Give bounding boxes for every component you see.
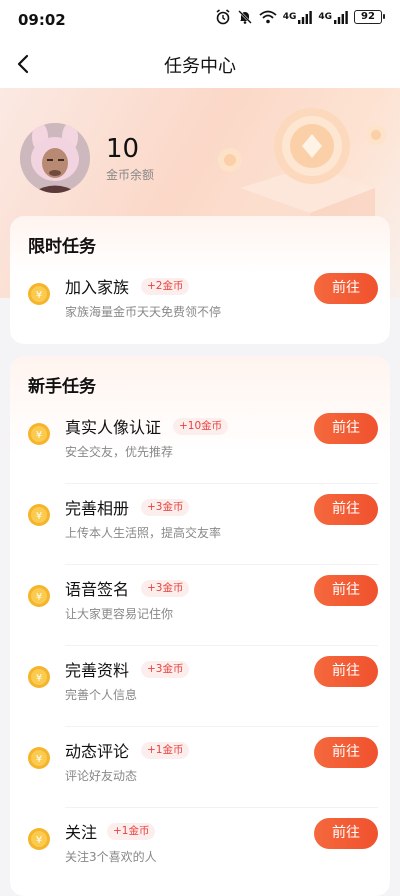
coin-icon: ¥: [28, 585, 50, 607]
avatar[interactable]: [20, 123, 90, 193]
task-title: 完善相册: [65, 499, 130, 518]
status-icons: 4G 4G 92: [215, 9, 385, 25]
task-description: 安全交友，优先推荐: [65, 445, 174, 459]
user-photo: [20, 123, 90, 193]
limited-tasks-card: 限时任务 ¥ 加入家族 +2金币 家族海量金币天天免费领不停 前往: [10, 216, 390, 344]
reward-badge: +3金币: [141, 499, 190, 516]
reward-badge: +1金币: [141, 742, 190, 759]
task-description: 家族海量金币天天免费领不停: [65, 305, 222, 319]
section-title: 新手任务: [28, 377, 96, 397]
go-button[interactable]: 前往: [314, 494, 378, 525]
mute-bell-icon: [237, 10, 252, 24]
svg-text:¥: ¥: [36, 754, 42, 765]
wifi-icon: [259, 10, 277, 24]
reward-badge: +10金币: [173, 418, 229, 435]
task-row: ¥ 真实人像认证 +10金币 安全交友，优先推荐 前往: [10, 404, 390, 484]
reward-badge: +2金币: [141, 278, 190, 295]
task-title: 动态评论: [65, 742, 130, 761]
section-title: 限时任务: [28, 237, 96, 257]
signal-icon: [334, 10, 348, 24]
task-description: 评论好友动态: [65, 769, 138, 783]
go-button[interactable]: 前往: [314, 273, 378, 304]
coin-icon: ¥: [28, 747, 50, 769]
svg-text:¥: ¥: [36, 592, 42, 603]
coin-icon: ¥: [28, 666, 50, 688]
task-row: ¥ 关注 +1金币 关注3个喜欢的人 前往: [10, 809, 390, 889]
go-button[interactable]: 前往: [314, 575, 378, 606]
go-button[interactable]: 前往: [314, 818, 378, 849]
coin-balance-label: 金币余额: [106, 168, 155, 182]
divider: [65, 807, 378, 808]
status-bar: 09:02 4G 4G 92: [0, 0, 400, 40]
task-row: ¥ 动态评论 +1金币 评论好友动态 前往: [10, 728, 390, 808]
coin-icon: ¥: [28, 423, 50, 445]
status-time: 09:02: [18, 11, 66, 29]
go-button[interactable]: 前往: [314, 737, 378, 768]
task-description: 让大家更容易记住你: [65, 607, 174, 621]
divider: [65, 483, 378, 484]
task-description: 完善个人信息: [65, 688, 138, 702]
network-type-1: 4G: [282, 12, 297, 22]
go-button[interactable]: 前往: [314, 656, 378, 687]
svg-text:¥: ¥: [36, 511, 42, 522]
coin-balance: 10: [106, 134, 140, 164]
svg-text:¥: ¥: [36, 673, 42, 684]
divider: [65, 726, 378, 727]
task-row: ¥ 加入家族 +2金币 家族海量金币天天免费领不停 前往: [10, 264, 390, 344]
alarm-icon: [216, 9, 230, 25]
battery-indicator: 92: [354, 10, 385, 24]
task-title: 真实人像认证: [65, 418, 162, 437]
task-description: 上传本人生活照，提高交友率: [65, 526, 222, 540]
newbie-tasks-card: 新手任务 ¥ 真实人像认证 +10金币 安全交友，优先推荐 前往 ¥ 完善相册 …: [10, 356, 390, 896]
task-description: 关注3个喜欢的人: [65, 850, 157, 864]
reward-badge: +1金币: [107, 823, 156, 840]
divider: [65, 645, 378, 646]
coin-icon: ¥: [28, 828, 50, 850]
divider: [65, 564, 378, 565]
svg-text:¥: ¥: [36, 290, 42, 301]
svg-text:¥: ¥: [36, 430, 42, 441]
task-title: 语音签名: [65, 580, 130, 599]
go-button[interactable]: 前往: [314, 413, 378, 444]
coin-icon: ¥: [28, 283, 50, 305]
coin-icon: ¥: [28, 504, 50, 526]
svg-text:¥: ¥: [36, 835, 42, 846]
task-row: ¥ 完善相册 +3金币 上传本人生活照，提高交友率 前往: [10, 485, 390, 565]
network-type-2: 4G: [318, 12, 332, 22]
task-title: 加入家族: [65, 278, 130, 297]
task-title: 关注: [65, 823, 98, 842]
reward-badge: +3金币: [141, 580, 190, 597]
signal-icon: [298, 10, 313, 24]
reward-badge: +3金币: [141, 661, 190, 678]
nav-bar: 任务中心: [0, 40, 400, 88]
task-title: 完善资料: [65, 661, 130, 680]
page-title: 任务中心: [164, 56, 236, 77]
task-row: ¥ 语音签名 +3金币 让大家更容易记住你 前往: [10, 566, 390, 646]
task-row: ¥ 完善资料 +3金币 完善个人信息 前往: [10, 647, 390, 727]
